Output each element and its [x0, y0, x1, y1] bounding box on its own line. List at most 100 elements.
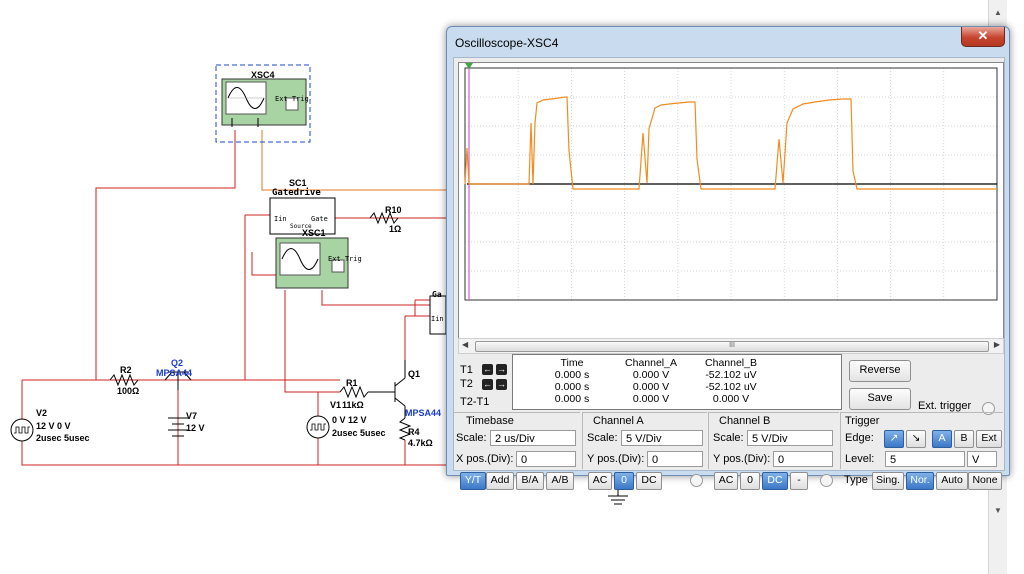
q2-type: MPSA44 — [156, 368, 193, 378]
trigger-source-ext-button[interactable]: Ext — [976, 430, 1002, 448]
scroll-thumb[interactable]: III — [475, 341, 989, 352]
channel-a-ac-button[interactable]: AC — [588, 472, 612, 490]
q1-name: Q1 — [408, 369, 421, 379]
channel-b-ac-button[interactable]: AC — [714, 472, 738, 490]
xsc1-label: XSC1 — [302, 228, 326, 238]
trigger-level-label: Level: — [845, 453, 875, 465]
channel-b-invert-button[interactable]: - — [790, 472, 808, 490]
close-button[interactable]: ✕ — [961, 27, 1005, 47]
r1-resistor[interactable] — [339, 385, 369, 399]
r2-value: 100Ω — [117, 386, 140, 396]
add-mode-button[interactable]: Add — [486, 472, 514, 490]
v2-line1: 12 V 0 V — [36, 421, 71, 431]
channel-b-title: Channel B — [719, 415, 771, 427]
rising-edge-icon[interactable]: ↗ — [884, 430, 904, 448]
v2-pulse-source[interactable] — [10, 418, 34, 442]
readout-header: Time Channel_A Channel_B — [560, 357, 757, 369]
oscilloscope-body: ◀ III ▶ T1 T2 T2-T1 ← → ← → Time Channel… — [453, 57, 1005, 490]
scroll-up-icon[interactable]: ▲ — [992, 8, 1004, 20]
q2-name: Q2 — [171, 358, 184, 368]
t2t1-label: T2-T1 — [460, 396, 490, 408]
channel-b-color-radio[interactable] — [820, 474, 833, 487]
yt-mode-button[interactable]: Y/T — [460, 472, 486, 490]
iin-short: Iin — [431, 315, 444, 323]
gatedrive-in-pin: Iin — [274, 215, 287, 223]
timebase-xpos-label: X pos.(Div): — [456, 453, 514, 465]
wires-red — [21, 130, 446, 466]
table-row: 0.000 s 0.000 V -52.102 uV — [554, 369, 757, 381]
ba-mode-button[interactable]: B/A — [516, 472, 544, 490]
scroll-right-icon[interactable]: ▶ — [994, 340, 1000, 349]
v7-name: V7 — [186, 411, 198, 421]
save-button[interactable]: Save — [849, 388, 911, 410]
channel-a-scale-label: Scale: — [587, 432, 618, 444]
timebase-title: Timebase — [466, 415, 514, 427]
timebase-scale-field[interactable]: 2 us/Div — [490, 430, 576, 446]
trigger-normal-button[interactable]: Nor. — [906, 472, 934, 490]
v1-pulse-source[interactable] — [306, 415, 330, 439]
screen-horizontal-scrollbar[interactable]: ◀ III ▶ — [458, 338, 1004, 354]
t1-right-arrow-icon[interactable]: → — [496, 364, 507, 375]
readout-table: Time Channel_A Channel_B 0.000 s 0.000 V… — [523, 357, 771, 405]
ext-trigger-label: Ext. trigger — [918, 400, 972, 412]
channel-a-title: Channel A — [593, 415, 644, 427]
oscilloscope-screen[interactable] — [458, 62, 1004, 340]
channel-a-ypos-field[interactable]: 0 — [647, 451, 703, 467]
trigger-type-label: Type — [844, 474, 868, 486]
v1-prefix: V1 — [330, 400, 342, 410]
r2-name: R2 — [120, 365, 132, 375]
trigger-source-b-button[interactable]: B — [954, 430, 974, 448]
t1-left-arrow-icon[interactable]: ← — [482, 364, 493, 375]
v2-name: V2 — [36, 408, 48, 418]
r10-value: 1Ω — [389, 224, 402, 234]
v2-line2: 2usec 5usec — [36, 433, 90, 443]
channel-b-ypos-label: Y pos.(Div): — [713, 453, 771, 465]
trigger-single-button[interactable]: Sing. — [872, 472, 904, 490]
v1-line2: 2usec 5usec — [332, 428, 386, 438]
reverse-button[interactable]: Reverse — [849, 360, 911, 382]
xsc1-ext-trig: Ext Trig — [328, 255, 362, 263]
trigger-level-unit[interactable]: V — [967, 451, 997, 467]
oscilloscope-title: Oscilloscope-XSC4 — [455, 36, 559, 50]
t2-left-arrow-icon[interactable]: ← — [482, 379, 493, 390]
oscilloscope-window[interactable]: Oscilloscope-XSC4 ✕ ◀ III ▶ T1 T2 T2-T1 … — [446, 26, 1010, 490]
t1-label: T1 — [460, 364, 473, 376]
channel-a-zero-button[interactable]: 0 — [614, 472, 634, 490]
channel-a-ypos-label: Y pos.(Div): — [587, 453, 645, 465]
r4-value: 4.7kΩ — [408, 438, 433, 448]
channel-b-ypos-field[interactable]: 0 — [773, 451, 833, 467]
channel-a-scale-field[interactable]: 5 V/Div — [621, 430, 703, 446]
q1-transistor[interactable] — [368, 360, 406, 418]
scroll-down-icon[interactable]: ▼ — [992, 506, 1004, 518]
trigger-source-a-button[interactable]: A — [932, 430, 952, 448]
channel-a-dc-button[interactable]: DC — [636, 472, 662, 490]
ab-mode-button[interactable]: A/B — [546, 472, 574, 490]
channel-b-section: Channel B Scale: 5 V/Div Y pos.(Div): 0 — [708, 412, 839, 469]
v1-line1: 0 V 12 V — [332, 415, 367, 425]
channel-b-scale-label: Scale: — [713, 432, 744, 444]
timebase-scale-label: Scale: — [456, 432, 487, 444]
trigger-level-field[interactable]: 5 — [885, 451, 965, 467]
gatedrive-label: Gatedrive — [272, 188, 321, 198]
trigger-edge-label: Edge: — [845, 432, 874, 444]
r1-value: 11kΩ — [342, 400, 364, 410]
waveform-display — [464, 63, 998, 301]
trigger-title: Trigger — [845, 415, 880, 427]
falling-edge-icon[interactable]: ↘ — [906, 430, 926, 448]
channel-a-color-radio[interactable] — [690, 474, 703, 487]
r10-name: R10 — [385, 205, 402, 215]
r4-name: R4 — [408, 427, 420, 437]
trigger-auto-button[interactable]: Auto — [936, 472, 968, 490]
table-row: 0.000 s 0.000 V 0.000 V — [554, 393, 750, 405]
timebase-xpos-field[interactable]: 0 — [516, 451, 576, 467]
trigger-none-button[interactable]: None — [968, 472, 1002, 490]
channel-b-scale-field[interactable]: 5 V/Div — [747, 430, 833, 446]
sc1-label: SC1 — [289, 178, 307, 188]
t2-right-arrow-icon[interactable]: → — [496, 379, 507, 390]
scroll-left-icon[interactable]: ◀ — [462, 340, 468, 349]
xsc4-ext-trig: Ext Trig — [275, 95, 309, 103]
channel-b-zero-button[interactable]: 0 — [740, 472, 760, 490]
channel-b-dc-button[interactable]: DC — [762, 472, 788, 490]
v7-value: 12 V — [186, 423, 205, 433]
channel-a-section: Channel A Scale: 5 V/Div Y pos.(Div): 0 — [582, 412, 707, 469]
